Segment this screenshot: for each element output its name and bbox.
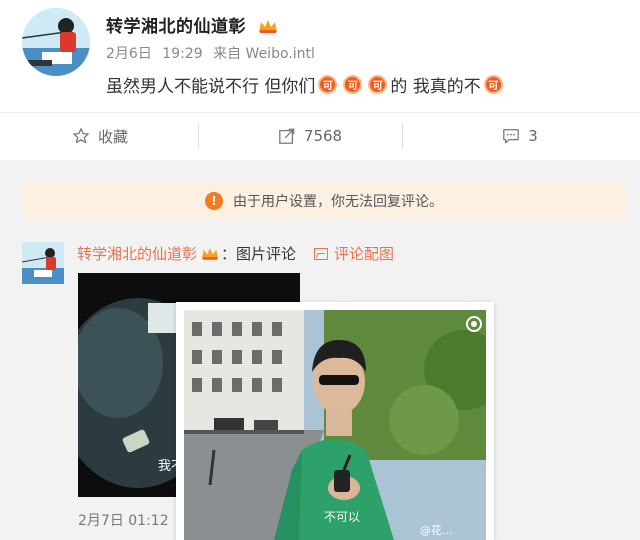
- photo-watermark: @花…: [420, 524, 453, 537]
- comment-photo: 不可以 @花…: [184, 310, 486, 540]
- repost-button[interactable]: 7568: [240, 113, 380, 159]
- picture-icon: [314, 247, 329, 260]
- repost-icon: [278, 127, 296, 145]
- weibo-post: 转学湘北的仙道彰 2月6日 19:29 来自 Weibo.intl 虽然男人不能…: [0, 0, 640, 160]
- crown-icon: [201, 246, 219, 261]
- comment-button[interactable]: 3: [460, 113, 580, 159]
- post-text: 虽然男人不能说不行 但你们 可 可 可 的 我真的不 可: [106, 72, 506, 97]
- comment-icon: [502, 127, 520, 145]
- comment-count: 3: [528, 127, 538, 145]
- commenter-avatar[interactable]: [22, 242, 64, 284]
- favorite-label: 收藏: [97, 127, 128, 146]
- emoji-ke-icon: 可: [343, 75, 363, 94]
- author-name[interactable]: 转学湘北的仙道彰: [106, 12, 278, 37]
- comment-image-link[interactable]: 评论配图: [314, 243, 394, 264]
- star-icon: [72, 127, 90, 145]
- comment-time: 2月7日 01:12: [78, 513, 169, 529]
- comment-header: 转学湘北的仙道彰 ： 图片评论 评论配图: [77, 243, 395, 264]
- warning-icon: !: [205, 192, 223, 210]
- post-source[interactable]: 来自 Weibo.intl: [213, 46, 315, 62]
- favorite-button[interactable]: 收藏: [40, 113, 160, 159]
- emoji-ke-icon: 可: [483, 75, 503, 94]
- author-avatar[interactable]: [22, 8, 90, 76]
- post-actions: 收藏 7568 3: [0, 112, 640, 158]
- repost-count: 7568: [303, 127, 343, 145]
- emoji-ke-icon: 可: [368, 75, 388, 94]
- camera-icon[interactable]: [466, 316, 482, 332]
- commenter-name[interactable]: 转学湘北的仙道彰: [77, 243, 197, 264]
- notice-text: 由于用户设置，你无法回复评论。: [233, 194, 443, 210]
- post-meta: 2月6日 19:29 来自 Weibo.intl: [106, 43, 321, 63]
- comment-type-label: 图片评论: [236, 245, 297, 263]
- post-time: 19:29: [162, 46, 203, 62]
- post-date: 2月6日: [106, 46, 152, 62]
- emoji-ke-icon: 可: [318, 75, 338, 94]
- photo-subtitle: 不可以: [324, 510, 361, 524]
- divider: [198, 123, 199, 149]
- reply-disabled-notice: ! 由于用户设置，你无法回复评论。: [22, 182, 626, 220]
- crown-icon: [258, 18, 278, 34]
- divider: [402, 123, 403, 149]
- comment-photo-popup[interactable]: 不可以 @花…: [176, 302, 494, 540]
